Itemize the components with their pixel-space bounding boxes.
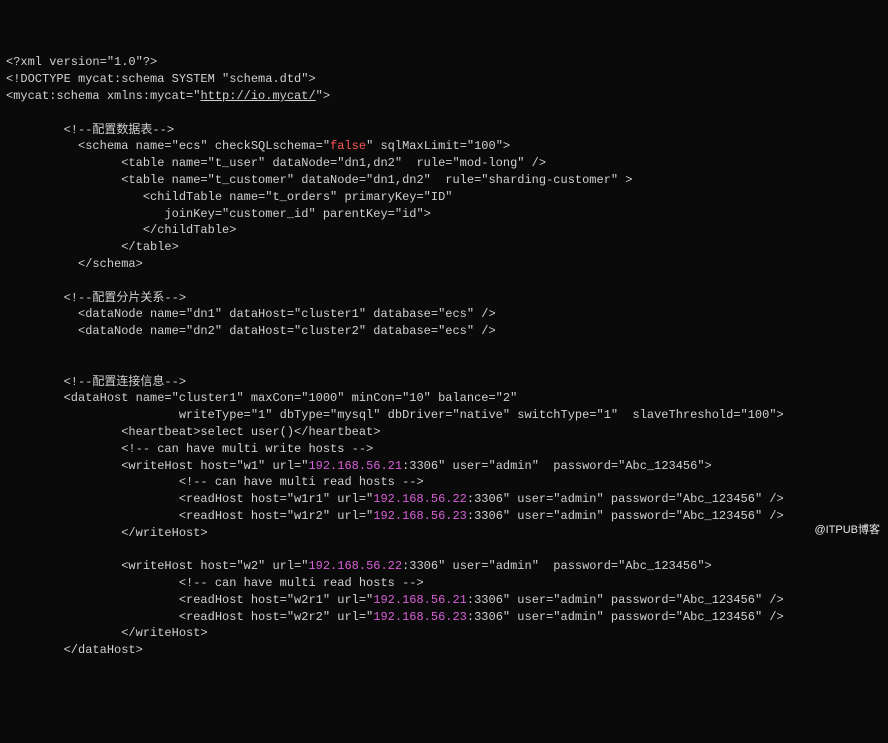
code-line: <dataNode name="dn1" dataHost="cluster1"… xyxy=(6,306,882,323)
code-line: <!--配置分片关系--> xyxy=(6,290,882,307)
code-line: <readHost host="w2r1" url="192.168.56.21… xyxy=(6,592,882,609)
code-line: </table> xyxy=(6,239,882,256)
code-line: </schema> xyxy=(6,256,882,273)
code-line xyxy=(6,542,882,559)
code-line: <dataNode name="dn2" dataHost="cluster2"… xyxy=(6,323,882,340)
code-line: <writeHost host="w2" url="192.168.56.22:… xyxy=(6,558,882,575)
code-line: <childTable name="t_orders" primaryKey="… xyxy=(6,189,882,206)
code-line: </childTable> xyxy=(6,222,882,239)
code-line: <table name="t_customer" dataNode="dn1,d… xyxy=(6,172,882,189)
code-line: <readHost host="w1r2" url="192.168.56.23… xyxy=(6,508,882,525)
code-line xyxy=(6,105,882,122)
code-line: </writeHost> xyxy=(6,625,882,642)
code-line: </writeHost> xyxy=(6,525,882,542)
code-line: <!--配置数据表--> xyxy=(6,122,882,139)
code-line: <!DOCTYPE mycat:schema SYSTEM "schema.dt… xyxy=(6,71,882,88)
code-line: <readHost host="w2r2" url="192.168.56.23… xyxy=(6,609,882,626)
code-line: <table name="t_user" dataNode="dn1,dn2" … xyxy=(6,155,882,172)
code-line: <!-- can have multi write hosts --> xyxy=(6,441,882,458)
code-line: <mycat:schema xmlns:mycat="http://io.myc… xyxy=(6,88,882,105)
code-line: <!-- can have multi read hosts --> xyxy=(6,575,882,592)
code-line xyxy=(6,357,882,374)
code-line: <dataHost name="cluster1" maxCon="1000" … xyxy=(6,390,882,407)
xml-code-block: <?xml version="1.0"?><!DOCTYPE mycat:sch… xyxy=(6,54,882,659)
code-line: <schema name="ecs" checkSQLschema="false… xyxy=(6,138,882,155)
code-line: <heartbeat>select user()</heartbeat> xyxy=(6,424,882,441)
code-line: <writeHost host="w1" url="192.168.56.21:… xyxy=(6,458,882,475)
code-line: joinKey="customer_id" parentKey="id"> xyxy=(6,206,882,223)
code-line: <readHost host="w1r1" url="192.168.56.22… xyxy=(6,491,882,508)
code-line: writeType="1" dbType="mysql" dbDriver="n… xyxy=(6,407,882,424)
code-line xyxy=(6,273,882,290)
code-line xyxy=(6,340,882,357)
code-line: <?xml version="1.0"?> xyxy=(6,54,882,71)
watermark: @ITPUB博客 xyxy=(814,523,880,538)
code-line: </dataHost> xyxy=(6,642,882,659)
code-line: <!-- can have multi read hosts --> xyxy=(6,474,882,491)
code-line: <!--配置连接信息--> xyxy=(6,374,882,391)
